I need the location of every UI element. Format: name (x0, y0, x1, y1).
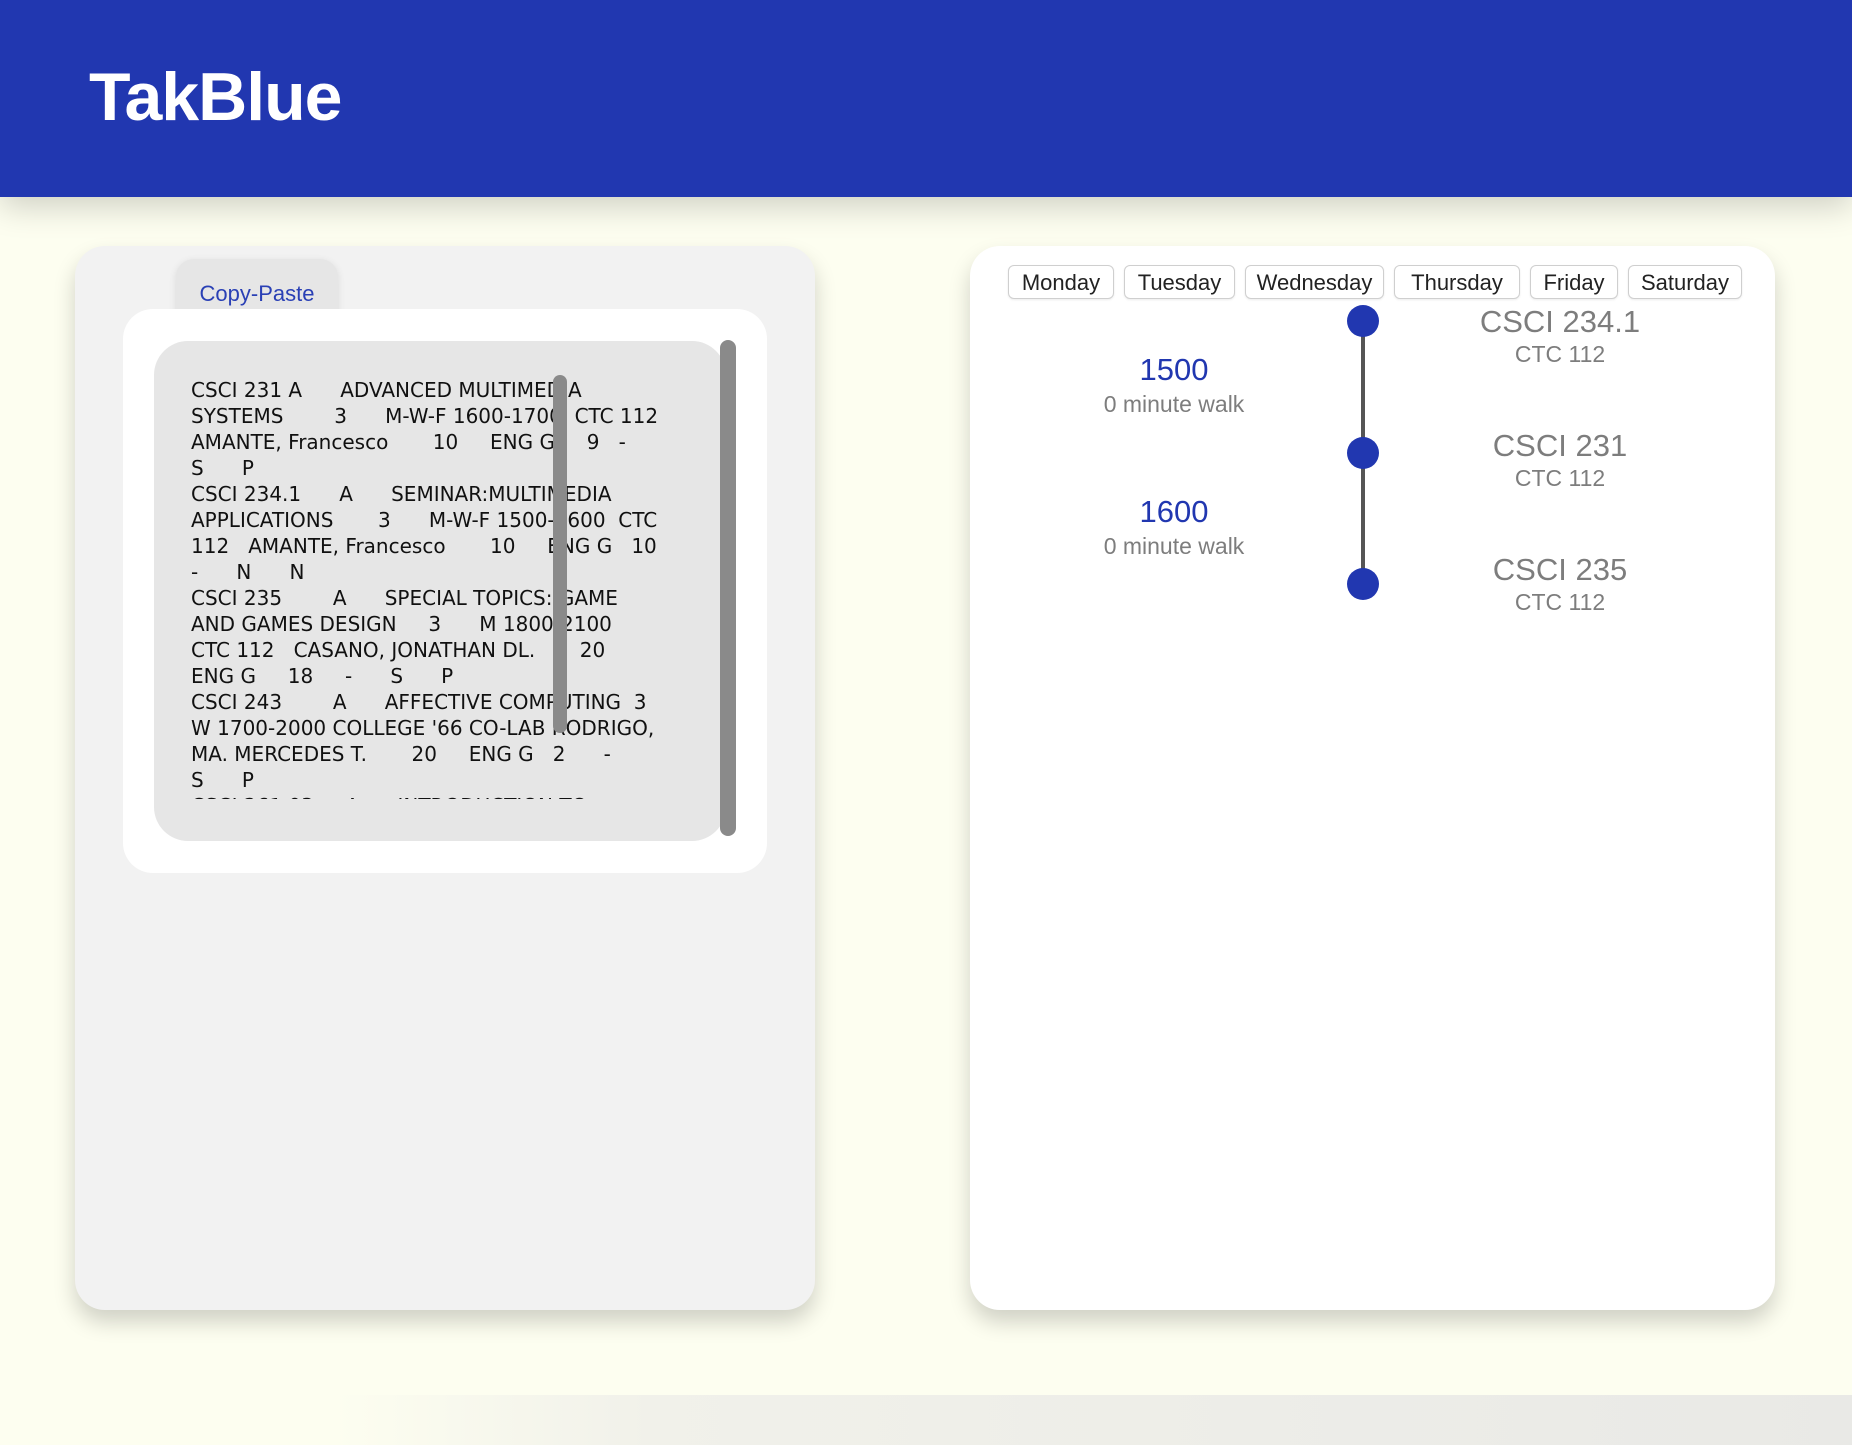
tab-wednesday[interactable]: Wednesday (1245, 265, 1384, 299)
input-card: CSCI 231 A ADVANCED MULTIMEDIA SYSTEMS 3… (123, 309, 767, 873)
tab-saturday[interactable]: Saturday (1628, 265, 1742, 299)
walk-duration: 0 minute walk (1103, 391, 1245, 417)
class-code: CSCI 231 (1492, 428, 1628, 463)
schedule-textarea[interactable]: CSCI 231 A ADVANCED MULTIMEDIA SYSTEMS 3… (154, 341, 726, 841)
class-room: CTC 112 (1514, 341, 1606, 367)
class-code: CSCI 234.1 (1479, 304, 1641, 339)
class-code: CSCI 235 (1492, 552, 1628, 587)
tab-friday[interactable]: Friday (1530, 265, 1618, 299)
transition-time: 1600 (1139, 494, 1209, 529)
timeline-dot (1347, 437, 1379, 469)
tab-monday[interactable]: Monday (1008, 265, 1114, 299)
schedule-textarea-content[interactable]: CSCI 231 A ADVANCED MULTIMEDIA SYSTEMS 3… (191, 377, 661, 799)
card-scrollbar[interactable] (720, 340, 736, 836)
copy-paste-tab-label: Copy-Paste (199, 281, 315, 306)
walk-duration: 0 minute walk (1103, 533, 1245, 559)
input-panel: Copy-Paste CSCI 231 A ADVANCED MULTIMEDI… (75, 246, 815, 1310)
schedule-panel: Monday Tuesday Wednesday Thursday Friday… (970, 246, 1775, 1310)
timeline-dot (1347, 568, 1379, 600)
app-title: TakBlue (89, 59, 342, 135)
timeline-dot (1347, 305, 1379, 337)
page-footer-shade (0, 1395, 1852, 1445)
tab-tuesday[interactable]: Tuesday (1124, 265, 1235, 299)
app-header: TakBlue (0, 0, 1852, 197)
transition-time: 1500 (1139, 352, 1209, 387)
tab-thursday[interactable]: Thursday (1394, 265, 1520, 299)
class-room: CTC 112 (1514, 465, 1606, 491)
textarea-scrollbar[interactable] (553, 375, 567, 733)
class-room: CTC 112 (1514, 589, 1606, 615)
